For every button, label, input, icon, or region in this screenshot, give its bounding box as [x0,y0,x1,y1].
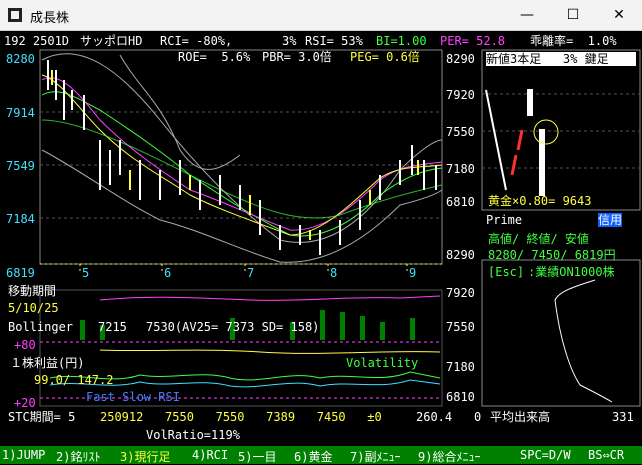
rci-value: RCI= -80%, [160,34,233,48]
plus80-label: +80 [14,338,36,352]
esc-key[interactable]: [Esc] [488,265,524,279]
signal-circle [533,119,559,145]
price-tick: 6819 [6,266,35,280]
vol-max: 331 [612,410,634,424]
new-price-title: 新値3本足 3% 鍵足 [486,52,636,66]
vol-zero: 0 [474,410,482,424]
vol-axis-tick: 8290 [446,248,475,262]
ma-period-line [99,295,441,301]
stc-right-value: 260.4 [416,410,453,424]
vol-axis-tick: 7550 [446,320,475,334]
vol-axis-tick: 7180 [446,360,475,374]
ma-periods: 5/10/25 [8,301,59,315]
menu-bs-cr[interactable]: BS⇔CR [588,448,624,462]
price-tick: 7184 [6,212,35,226]
eps-line [99,349,441,354]
function-menu-bar: 1)JUMP 2)銘ﾘｽﾄ 3)現行足 4)RCI 5)一目 6)黄金 7)副ﾒ… [0,446,642,464]
price-tick: 7914 [6,106,35,120]
ma-period-label: 移動期間 [8,284,57,298]
menu-spc[interactable]: SPC=D/W [520,448,571,462]
bollinger-value: 7215 [98,320,127,334]
bollinger-label: Bollinger [8,320,74,334]
menu-stock-list[interactable]: 2)銘ﾘｽﾄ [56,448,100,465]
month-label: 7 [247,266,255,280]
price-tick: 8280 [6,52,35,66]
market-label: Prime [486,213,523,227]
gold-ratio-line: 黄金×0.80= 9643 [488,194,592,208]
ma-line-green [41,91,443,237]
menu-general-menu[interactable]: 9)総合ﾒﾆｭｰ [418,448,480,465]
bi-value: BI=1.00 [376,34,427,48]
panel-price-tick: 7920 [446,88,475,102]
pct-value: 3% [282,34,297,48]
price-tick: 7549 [6,159,35,173]
panel-price-tick: 7180 [446,162,475,176]
eps-label: １株利益(円) [10,356,85,370]
month-label: 9 [409,266,417,280]
hlc-values: 8280/ 7450/ 6819円 [488,248,616,262]
panel-price-tick: 6810 [446,195,475,209]
menu-jump[interactable]: 1)JUMP [2,448,45,462]
kairi-value: 乖離率= 1.0% [530,34,617,48]
menu-gold[interactable]: 6)黄金 [294,448,332,465]
rsi-value: RSI= 53% [305,34,363,48]
menu-sub-menu[interactable]: 7)副ﾒﾆｭｰ [350,448,400,465]
panel-price-tick: 8290 [446,52,475,66]
app-window: 成長株 — ☐ ✕ 192 2501D サッポロHD RCI= -80%, 3%… [0,0,642,464]
fast-slow-rsi-label: Fast Slow RSI [86,390,180,404]
plus20-label: +20 [14,396,36,410]
month-label: 5 [82,266,90,280]
stc-values: 250912 7550 7550 7389 7450 ±0 [100,410,382,424]
per-value: PER= 52.8 [440,34,506,48]
vol-axis-tick: 7920 [446,286,475,300]
menu-ichimoku[interactable]: 5)一目 [238,448,276,465]
menu-current-bar[interactable]: 3)現行足 [120,448,170,465]
vol-axis-tick: 6810 [446,390,475,404]
volume-profile-line [554,279,613,403]
menu-rci[interactable]: 4)RCI [192,448,228,462]
roe-value: ROE= 5.6% [178,50,251,64]
credit-badge: 信用 [598,213,623,227]
esc-text: :業績ON1000株 [528,265,615,279]
pbr-value: PBR= 3.0倍 [262,50,332,64]
avg-volume-label: 平均出来高 [490,410,551,424]
ma-line-magenta [41,77,443,231]
eps-values: 99.0/ 147.2 [34,373,114,387]
panel-price-tick: 7550 [446,125,475,139]
stock-code: 192 2501D [4,34,70,48]
bollinger-upper [41,53,443,243]
peg-value: PEG= 0.6倍 [350,50,420,64]
bollinger-lower [41,149,443,263]
bollinger-stats: 7530(AV25= 7373 SD= 158) [146,320,320,334]
hlc-label: 高値/ 終値/ 安値 [488,232,589,246]
month-label: 8 [330,266,338,280]
volratio-label: VolRatio=119% [146,428,240,442]
stock-name: サッポロHD [80,34,143,48]
month-label: 6 [164,266,172,280]
volatility-label: Volatility [346,356,419,370]
stc-period-label: STC期間= 5 [8,410,76,424]
